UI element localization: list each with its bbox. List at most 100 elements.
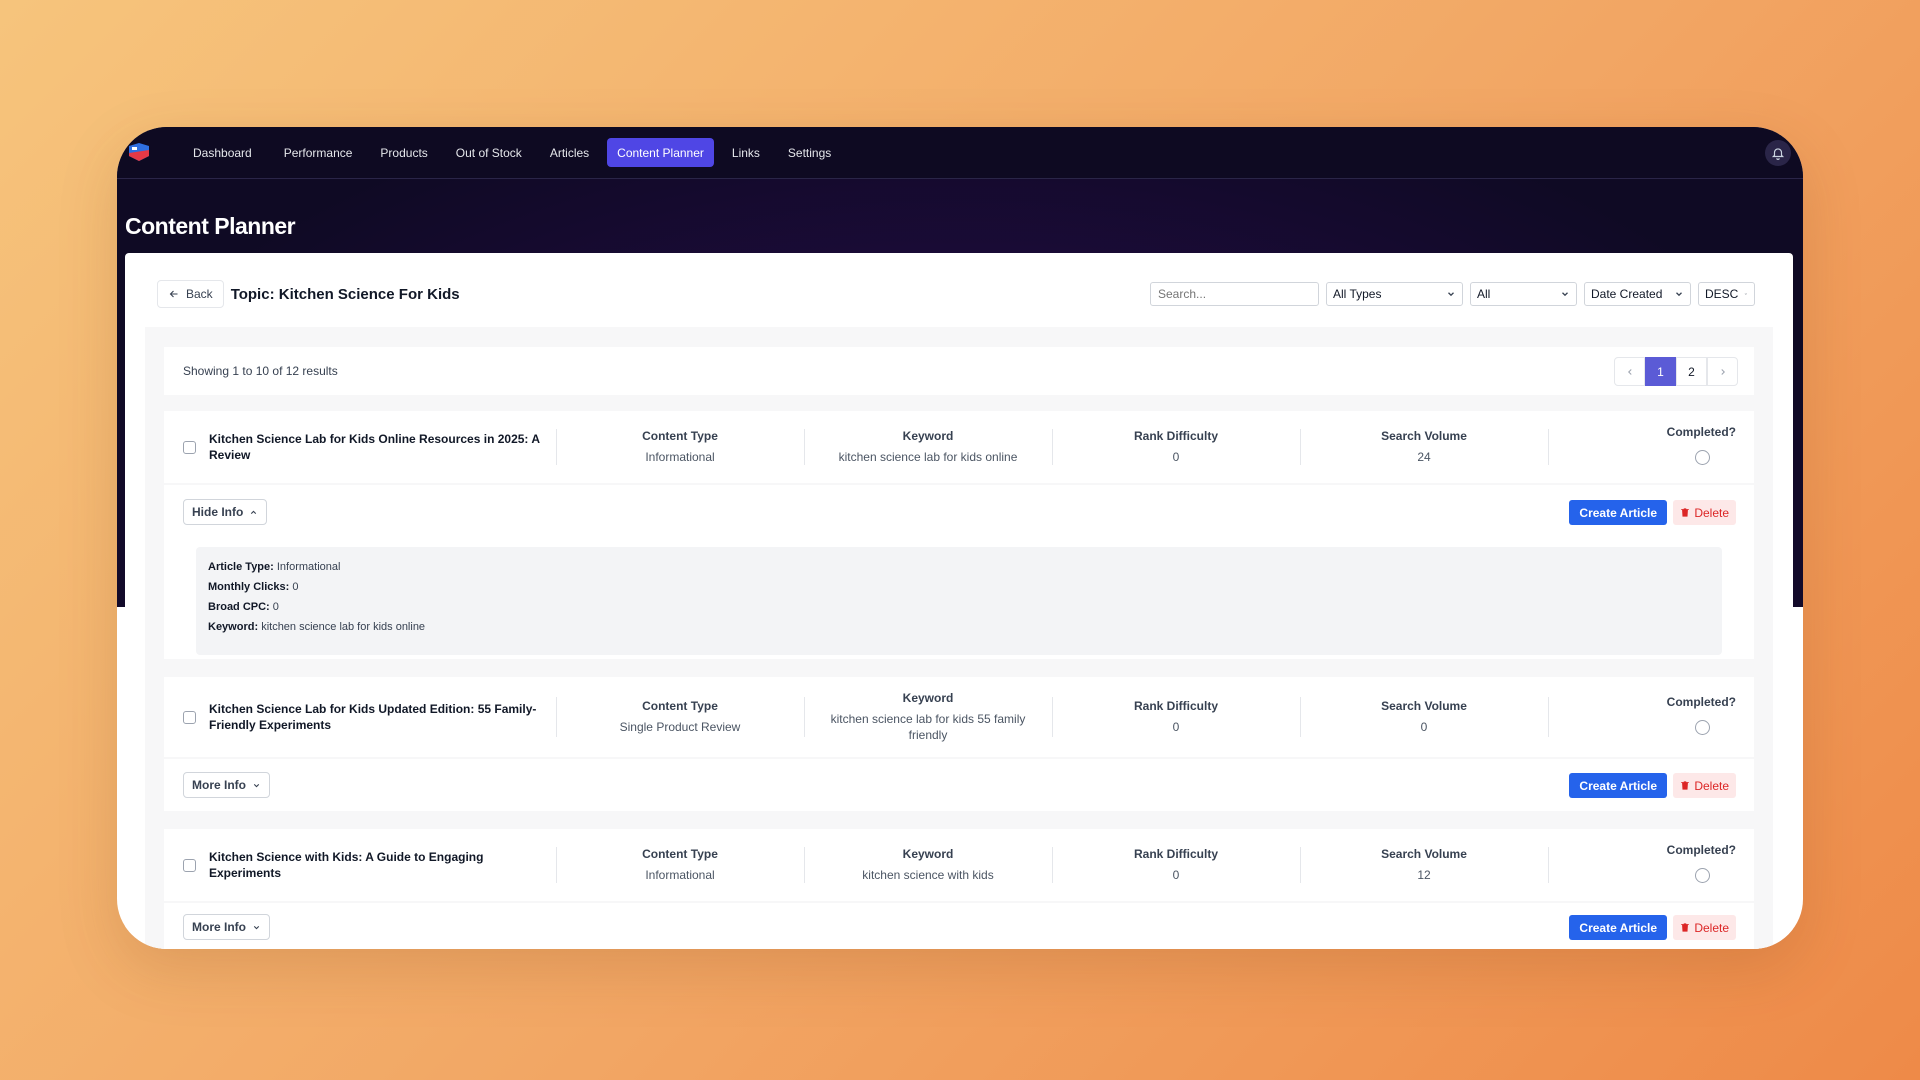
completed-column: Completed? <box>1667 843 1736 883</box>
app-logo-icon[interactable] <box>127 141 151 163</box>
content-type-column: Content Type Single Product Review <box>556 677 804 757</box>
completed-header: Completed? <box>1666 843 1736 857</box>
item-actions-row: More Info Create Article Delete <box>164 759 1754 811</box>
sort-field-select[interactable]: Date Created <box>1584 282 1691 306</box>
completed-radio[interactable] <box>1695 720 1710 735</box>
search-input[interactable] <box>1150 282 1319 306</box>
search-volume-value: 24 <box>1417 450 1431 464</box>
rank-difficulty-value: 0 <box>1172 868 1180 882</box>
results-area: Showing 1 to 10 of 12 results 1 2 Kitche… <box>145 327 1773 949</box>
create-article-button[interactable]: Create Article <box>1569 500 1667 525</box>
content-type-value: Informational <box>645 868 715 882</box>
detail-monthly-clicks: Monthly Clicks: 0 <box>208 581 299 593</box>
chevron-down-icon <box>253 925 260 929</box>
keyword-value: kitchen science with kids <box>862 868 994 882</box>
content-type-value: Informational <box>645 450 715 464</box>
search-volume-column: Search Volume 24 <box>1300 411 1548 483</box>
completed-column: Completed? <box>1667 695 1736 735</box>
completed-header: Completed? <box>1666 425 1736 439</box>
item-checkbox[interactable] <box>183 440 196 454</box>
delete-button[interactable]: Delete <box>1673 773 1736 798</box>
delete-button[interactable]: Delete <box>1673 500 1736 525</box>
delete-label: Delete <box>1694 920 1729 935</box>
back-button[interactable]: Back <box>157 280 224 308</box>
content-type-header: Content Type <box>642 429 718 443</box>
topic-title: Topic: Kitchen Science For Kids <box>230 285 460 303</box>
item-checkbox[interactable] <box>183 858 196 872</box>
rank-difficulty-column: Rank Difficulty 0 <box>1052 411 1300 483</box>
create-article-button[interactable]: Create Article <box>1569 915 1667 940</box>
delete-label: Delete <box>1694 778 1729 793</box>
page-button-2[interactable]: 2 <box>1676 357 1707 386</box>
filter-bar: All Types All Date Created DESC <box>1150 282 1755 306</box>
keyword-header: Keyword <box>902 847 954 861</box>
keyword-column: Keyword kitchen science with kids <box>804 829 1052 901</box>
page-button-1[interactable]: 1 <box>1645 357 1676 386</box>
planner-item-row: Kitchen Science Lab for Kids Updated Edi… <box>164 677 1754 757</box>
more-info-label: More Info <box>192 920 246 934</box>
rank-difficulty-column: Rank Difficulty 0 <box>1052 829 1300 901</box>
search-volume-column: Search Volume 12 <box>1300 829 1548 901</box>
hide-info-button[interactable]: Hide Info <box>183 499 268 525</box>
pagination: 1 2 <box>1614 357 1738 386</box>
trash-icon <box>1681 923 1690 932</box>
completed-radio[interactable] <box>1695 868 1710 883</box>
nav-item-articles[interactable]: Articles <box>540 138 599 167</box>
keyword-header: Keyword <box>902 691 954 705</box>
search-volume-header: Search Volume <box>1381 847 1467 861</box>
search-volume-value: 0 <box>1420 720 1428 734</box>
more-info-button[interactable]: More Info <box>183 914 270 940</box>
chevron-left-icon <box>1627 368 1632 375</box>
item-title: Kitchen Science with Kids: A Guide to En… <box>209 850 484 880</box>
next-page-button[interactable] <box>1707 357 1738 386</box>
planner-item-row: Kitchen Science Lab for Kids Online Reso… <box>164 411 1754 483</box>
keyword-header: Keyword <box>902 429 954 443</box>
keyword-column: Keyword kitchen science lab for kids 55 … <box>804 677 1052 757</box>
detail-article-type: Article Type: Informational <box>208 561 341 573</box>
nav-item-performance[interactable]: Performance <box>274 138 363 167</box>
nav-item-products[interactable]: Products <box>370 138 437 167</box>
keyword-value: kitchen science lab for kids online <box>838 450 1018 464</box>
chevron-down-icon <box>1448 292 1454 297</box>
item-details-panel: Article Type: Informational Monthly Clic… <box>196 547 1722 655</box>
item-actions-row: Hide Info Create Article Delete Article … <box>164 485 1754 659</box>
create-article-button[interactable]: Create Article <box>1569 773 1667 798</box>
completed-header: Completed? <box>1666 695 1736 709</box>
rank-difficulty-header: Rank Difficulty <box>1133 847 1218 861</box>
chevron-up-icon <box>251 510 257 514</box>
column-divider <box>1548 697 1549 737</box>
results-summary: Showing 1 to 10 of 12 results <box>183 364 338 378</box>
item-actions-row: More Info Create Article Delete <box>164 903 1754 949</box>
content-type-header: Content Type <box>642 847 718 861</box>
sort-order-select[interactable]: DESC <box>1698 282 1755 306</box>
nav-item-dashboard[interactable]: Dashboard <box>183 138 262 167</box>
search-volume-value: 12 <box>1417 868 1431 882</box>
content-type-value: Single Product Review <box>619 720 741 734</box>
status-filter-select[interactable]: All <box>1470 282 1577 306</box>
rank-difficulty-value: 0 <box>1172 450 1180 464</box>
nav-item-content-planner[interactable]: Content Planner <box>607 138 714 167</box>
item-title: Kitchen Science Lab for Kids Online Reso… <box>209 432 540 462</box>
search-volume-column: Search Volume 0 <box>1300 677 1548 757</box>
column-divider <box>1548 429 1549 465</box>
keyword-column: Keyword kitchen science lab for kids onl… <box>804 411 1052 483</box>
planner-item-row: Kitchen Science with Kids: A Guide to En… <box>164 829 1754 901</box>
delete-label: Delete <box>1694 505 1729 520</box>
prev-page-button[interactable] <box>1614 357 1645 386</box>
column-divider <box>1548 847 1549 883</box>
sort-field-value: Date Created <box>1591 287 1663 301</box>
nav-item-settings[interactable]: Settings <box>778 138 841 167</box>
nav-item-out-of-stock[interactable]: Out of Stock <box>446 138 532 167</box>
chevron-down-icon <box>253 783 260 787</box>
type-filter-select[interactable]: All Types <box>1326 282 1463 306</box>
detail-broad-cpc: Broad CPC: 0 <box>208 601 279 613</box>
app-window: Dashboard Performance Products Out of St… <box>117 127 1803 949</box>
hide-info-label: Hide Info <box>192 505 244 519</box>
item-checkbox[interactable] <box>183 710 196 724</box>
notification-bell-icon[interactable] <box>1765 140 1791 166</box>
more-info-button[interactable]: More Info <box>183 772 270 798</box>
nav-item-links[interactable]: Links <box>722 138 770 167</box>
rank-difficulty-column: Rank Difficulty 0 <box>1052 677 1300 757</box>
delete-button[interactable]: Delete <box>1673 915 1736 940</box>
completed-radio[interactable] <box>1695 450 1710 465</box>
